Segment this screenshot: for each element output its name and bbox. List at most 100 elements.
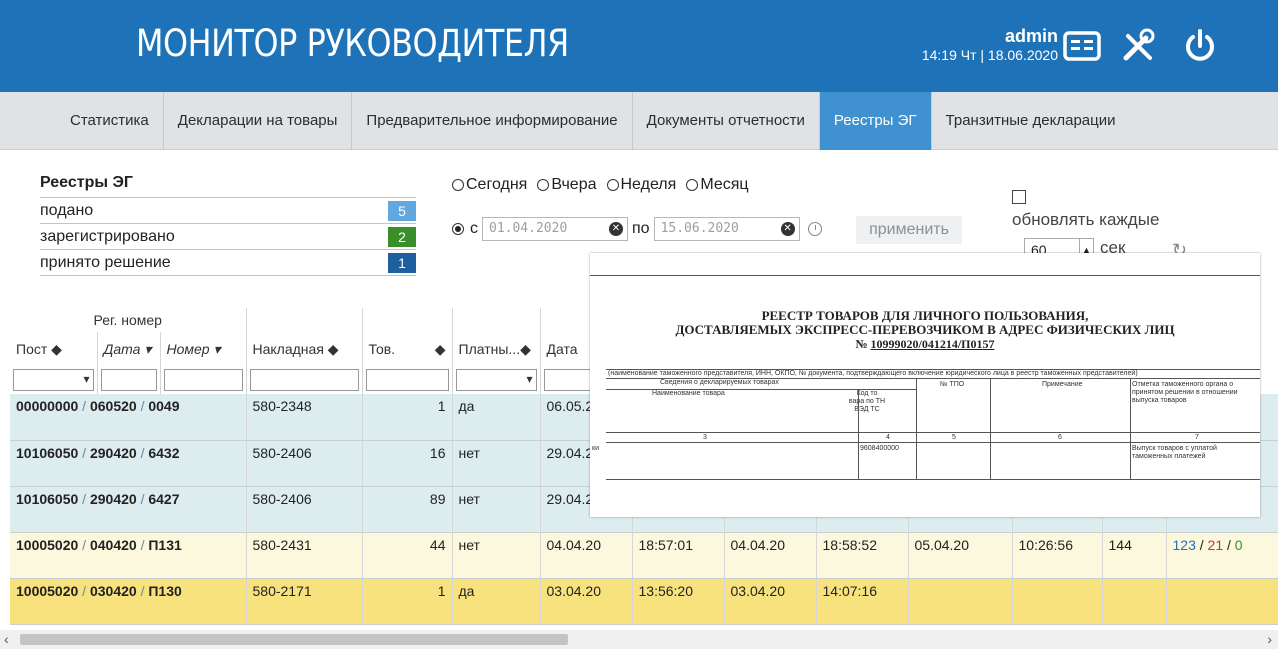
sort-icon[interactable]: ◆ [435,341,446,358]
paid-cell: нет [452,486,541,533]
goods-cell: 1 [362,394,453,441]
doc-rule [590,275,1260,276]
doc-col-num: 3 [703,434,707,441]
clock-icon[interactable] [807,222,822,236]
col-header-number[interactable]: Номер ▾ [160,332,247,366]
scrollbar-thumb[interactable] [20,634,568,645]
stat-label: зарегистрировано [40,228,175,245]
status-counts-cell: 123 / 21 / 0 [1166,532,1278,579]
goods-filter-input[interactable] [365,369,449,391]
col-header-goods[interactable]: Тов. ◆ [362,332,453,366]
radio-icon [537,179,550,191]
power-icon[interactable] [1180,26,1220,66]
number-filter-input[interactable] [163,369,243,391]
post-filter-select[interactable] [13,369,94,391]
doc-rule [606,442,1260,443]
stat-row-decided[interactable]: принято решение 1 [40,250,416,276]
radio-icon [606,179,619,191]
col-header-post[interactable]: Пост ◆ [10,332,98,366]
paid-cell: да [452,394,541,441]
scroll-left-icon[interactable]: ‹ [4,631,9,647]
app-title: МОНИТОР РУКОВОДИТЕЛЯ [136,22,569,65]
tab-goods-declarations[interactable]: Декларации на товары [164,92,353,150]
reg-number-cell: 10005020 / 040420 / П131 [10,532,247,579]
auto-refresh-checkbox[interactable] [1012,190,1026,204]
tab-statistics[interactable]: Статистика [56,92,164,150]
tab-reporting-docs[interactable]: Документы отчетности [633,92,820,150]
clear-icon[interactable]: ✕ [609,222,623,236]
period-yesterday-radio[interactable]: Вчера [537,176,597,194]
doc-number: № 10999020/041214/П0157 [855,337,995,351]
col-header-invoice[interactable]: Накладная ◆ [246,332,363,366]
doc-col-num: 4 [886,434,890,441]
doc-col-group: Сведения о декларируемых товарах [660,379,779,386]
doc-col-num: 6 [1058,434,1062,441]
period-selector: Сегодня Вчера Неделя Месяц [452,176,749,194]
user-name[interactable]: admin [922,26,1058,46]
stats-panel: Реестры ЭГ подано 5 зарегистрировано 2 п… [40,174,416,276]
radio-label: Сегодня [466,176,528,193]
register-document-preview[interactable]: РЕЕСТР ТОВАРОВ ДЛЯ ЛИЧНОГО ПОЛЬЗОВАНИЯ, … [590,253,1260,517]
reg-number-cell: 00000000 / 060520 / 0049 [10,394,247,441]
tab-preliminary-info[interactable]: Предварительное информирование [352,92,633,150]
col-header-date[interactable]: Дата ▾ [97,332,161,366]
horizontal-scrollbar[interactable]: ‹ › [0,630,1278,649]
apply-button[interactable]: применить [856,216,962,244]
date-from-input[interactable]: 01.04.2020 ✕ [482,217,628,241]
from-label: с [470,220,478,237]
table-row[interactable]: 10005020 / 030420 / П130 580-2171 1 да 0… [10,578,1278,625]
time-cell: 10:26:56 [1012,532,1103,579]
sort-icon[interactable]: ◆ [51,341,62,357]
period-week-radio[interactable]: Неделя [606,176,676,194]
stats-title: Реестры ЭГ [40,174,416,198]
doc-rule [606,432,1260,433]
col-header-paid[interactable]: Платны...◆ [452,332,541,366]
doc-rule [606,389,916,390]
doc-cell-mark: Выпуск товаров с уплатой таможенных плат… [1132,445,1217,460]
radio-icon [452,179,464,191]
date-filter-input[interactable] [100,369,157,391]
app-header: МОНИТОР РУКОВОДИТЕЛЯ admin 14:19 Чт | 18… [0,0,1278,92]
doc-col-code: Код то вара по ТН ВЭД ТС [848,390,886,413]
date-cell: 03.04.20 [724,578,817,625]
invoice-filter-input[interactable] [249,369,359,391]
period-month-radio[interactable]: Месяц [686,176,749,194]
paid-filter-select[interactable] [455,369,537,391]
date-cell: 04.04.20 [540,532,633,579]
stat-row-registered[interactable]: зарегистрировано 2 [40,224,416,250]
table-row[interactable]: 10005020 / 040420 / П131 580-2431 44 нет… [10,532,1278,579]
period-today-radio[interactable]: Сегодня [452,176,527,194]
stat-label: подано [40,202,94,219]
doc-col-note: Примечание [1042,381,1083,388]
sort-desc-icon[interactable]: ▾ [213,341,220,357]
doc-col-tpo: № ТПО [940,381,965,388]
sort-desc-icon[interactable]: ▾ [144,341,151,357]
date-to-input[interactable]: 15.06.2020 ✕ [653,217,800,241]
time-cell: 14:07:16 [816,578,909,625]
tools-icon[interactable] [1118,26,1158,66]
tab-transit-declarations[interactable]: Транзитные декларации [932,92,1130,150]
sort-icon[interactable]: ◆ [328,341,339,357]
invoice-cell: 580-2431 [246,532,363,579]
clear-icon[interactable]: ✕ [780,222,795,236]
stat-badge: 5 [388,201,416,221]
current-datetime: 14:19 Чт | 18.06.2020 [921,47,1058,63]
to-label: по [632,220,650,237]
doc-rule [916,378,917,479]
radio-icon [686,179,699,191]
scroll-right-icon[interactable]: › [1267,631,1272,647]
date-cell: 03.04.20 [540,578,633,625]
doc-rule [1130,378,1131,479]
regnum-group-header: Рег. номер [10,308,247,332]
stat-row-submitted[interactable]: подано 5 [40,198,416,224]
table-icon[interactable] [1062,26,1102,66]
range-radio[interactable] [452,223,464,235]
doc-col-num: 5 [952,434,956,441]
date-from-value: 01.04.2020 [489,221,568,236]
goods-cell: 89 [362,486,453,533]
paid-cell: нет [452,532,541,579]
doc-rule [990,378,991,479]
sort-icon[interactable]: ◆ [520,341,531,357]
paid-cell: да [452,578,541,625]
tab-eg-registers[interactable]: Реестры ЭГ [819,92,932,150]
